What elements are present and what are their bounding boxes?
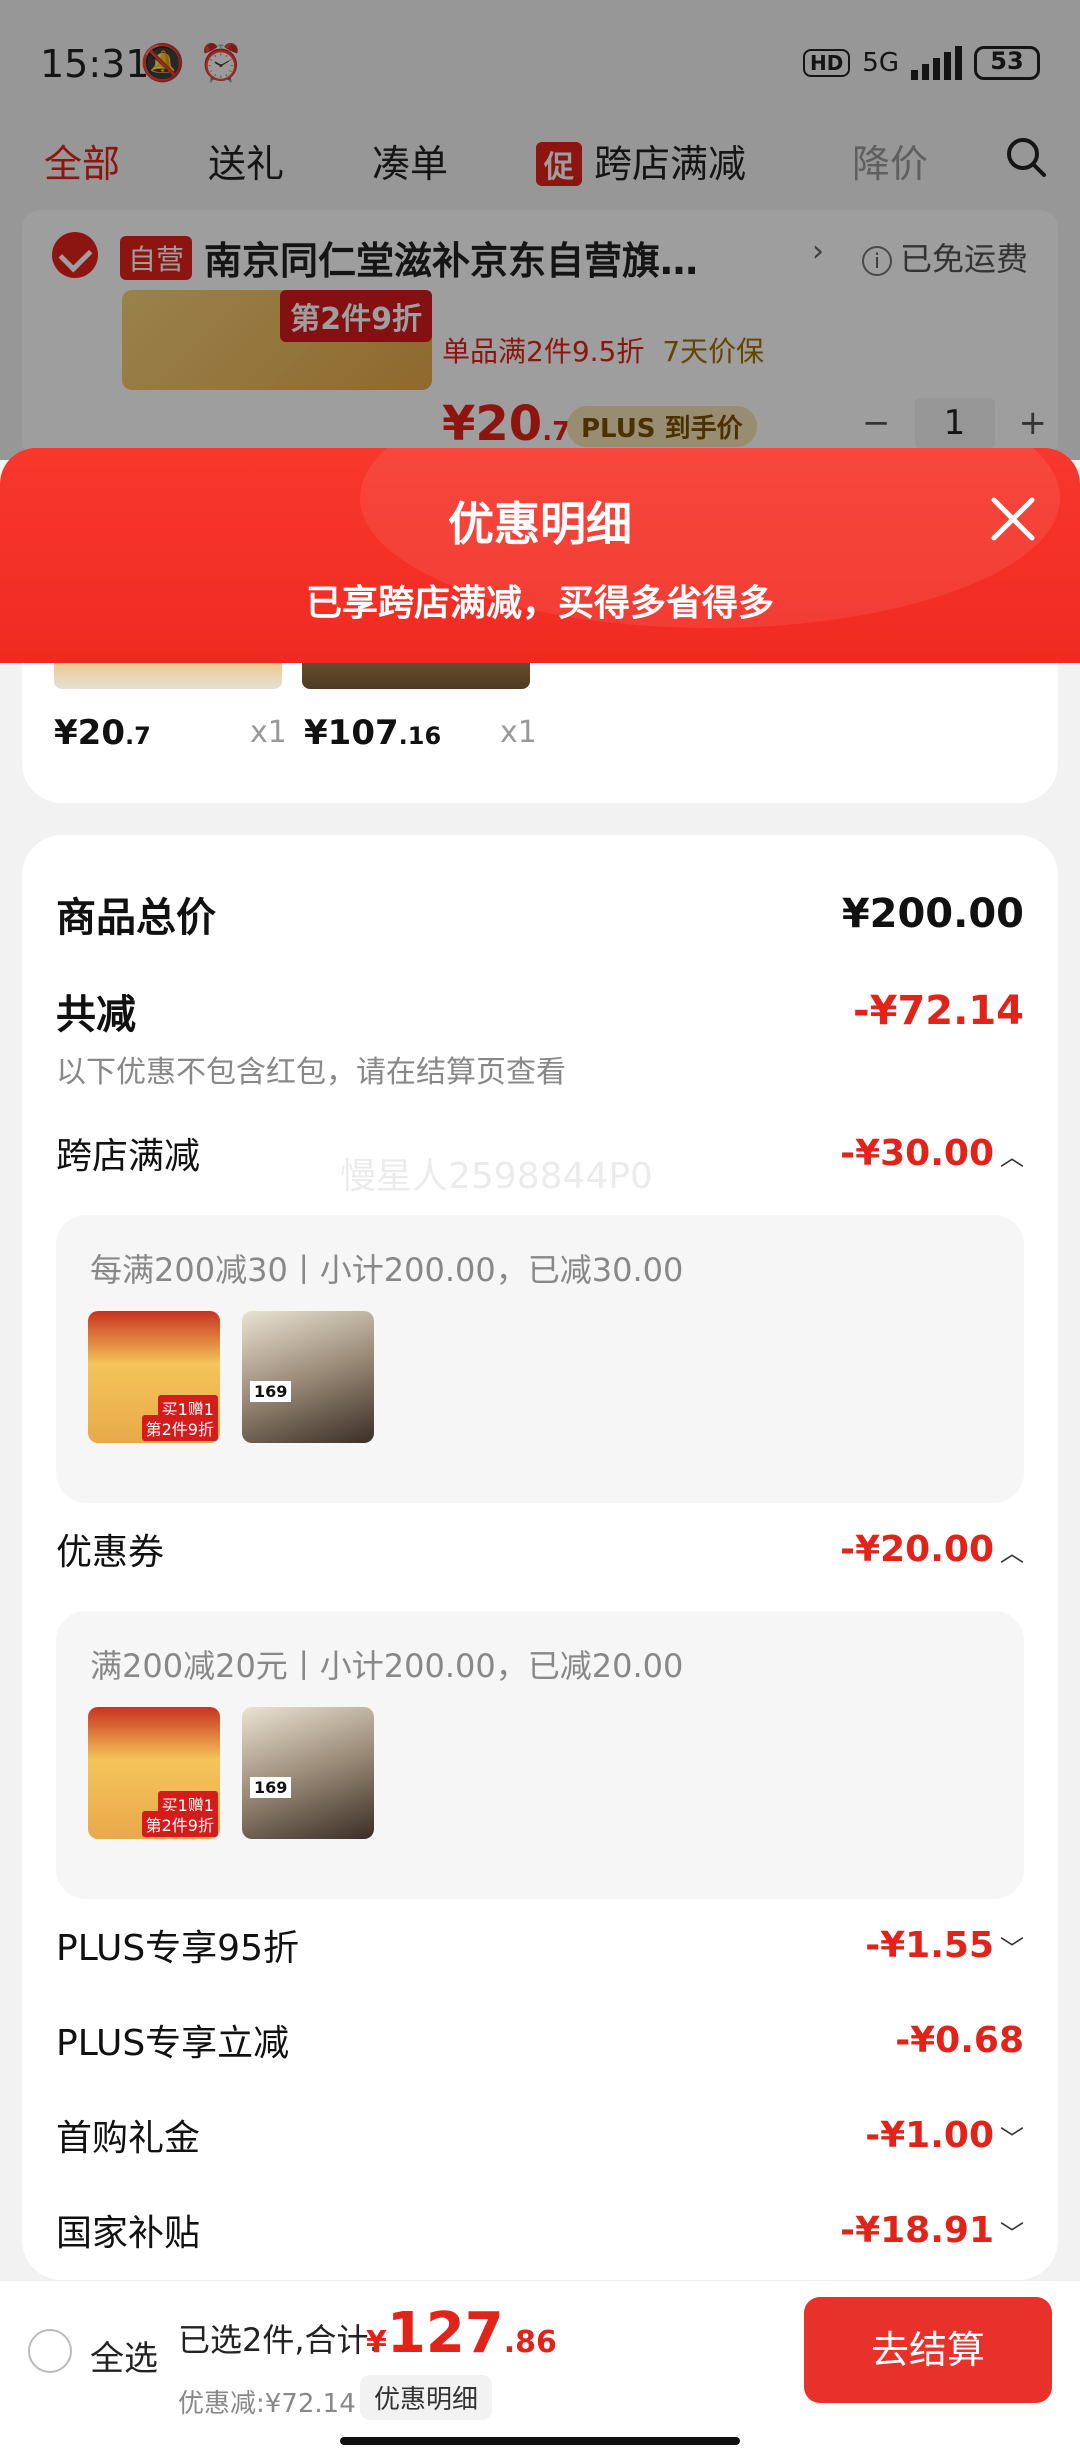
discount-detail-card: 商品总价 ¥200.00 共减 -¥72.14 以下优惠不包含红包，请在结算页查… [22,835,1058,2280]
total-price-label: 商品总价 [56,895,216,941]
select-all-radio[interactable] [28,2329,72,2373]
cross-store-detail-text: 每满200减30丨小计200.00，已减30.00 [90,1251,684,1289]
checkout-button[interactable]: 去结算 [804,2297,1052,2403]
modal-overlay[interactable] [0,0,1080,460]
item-price: ¥20.7 [54,713,151,753]
product-thumbnail: 买1赠1 第2件9折 [88,1707,220,1839]
chevron-down-icon: ﹀ [1000,2220,1024,2248]
chevron-down-icon: ﹀ [1000,1935,1024,1963]
total-reduce-row: 共减 -¥72.14 [56,982,1024,1040]
coupon-value: -¥20.00 ︿ [840,1528,1024,1570]
chevron-up-icon: ︿ [1000,1143,1024,1171]
national-subsidy-label: 国家补贴 [56,2213,201,2254]
product-thumbnail: 买1赠1 第2件9折 [88,1311,220,1443]
checkout-bar: 全选 已选2件,合计: ¥127.86 优惠减:¥72.14 优惠明细 去结算 [0,2280,1080,2460]
national-subsidy-row[interactable]: 国家补贴 -¥18.91 ﹀ [56,2204,1024,2256]
item-price: ¥107.16 [304,713,442,753]
total-amount: ¥127.86 [366,2301,557,2366]
coupon-label: 优惠券 [56,1532,165,1573]
national-subsidy-value: -¥18.91 ﹀ [840,2209,1024,2251]
plus-instant-label: PLUS专享立减 [56,2023,290,2064]
total-reduce-label: 共减 [56,992,136,1038]
plus-95-row[interactable]: PLUS专享95折 -¥1.55 ﹀ [56,1919,1024,1971]
coupon-detail-text: 满200减20元丨小计200.00，已减20.00 [90,1647,684,1685]
coupon-row[interactable]: 优惠券 -¥20.00 ︿ [56,1523,1024,1575]
chevron-up-icon: ︿ [1000,1539,1024,1567]
plus-instant-value: -¥0.68 [895,2019,1024,2061]
coupon-detail: 满200减20元丨小计200.00，已减20.00 买1赠1 第2件9折 169 [56,1611,1024,1899]
discount-note: 以下优惠不包含红包，请在结算页查看 [56,1055,566,1090]
cross-store-detail: 每满200减30丨小计200.00，已减30.00 买1赠1 第2件9折 169 [56,1215,1024,1503]
discount-detail-button[interactable]: 优惠明细 [360,2375,493,2420]
plus-95-value: -¥1.55 ﹀ [865,1924,1024,1966]
item-qty: x1 [500,715,537,750]
discount-summary: 优惠减:¥72.14 [178,2389,356,2419]
chevron-down-icon: ﹀ [1000,2125,1024,2153]
total-price-value: ¥200.00 [841,891,1024,937]
discount-sheet-body: ¥20.7 x1 ¥107.16 x1 商品总价 ¥200.00 共减 -¥72… [0,663,1080,2280]
items-card: ¥20.7 x1 ¥107.16 x1 [22,663,1058,803]
plus-95-label: PLUS专享95折 [56,1928,299,1969]
plus-instant-row: PLUS专享立减 -¥0.68 [56,2014,1024,2066]
watermark: 慢星人2598844P0 [340,1156,653,1197]
cross-store-label: 跨店满减 [56,1136,201,1177]
total-reduce-value: -¥72.14 [853,988,1024,1034]
item-thumbnail [54,663,282,689]
first-purchase-value: -¥1.00 ﹀ [865,2114,1024,2156]
home-indicator[interactable] [340,2437,740,2445]
close-icon[interactable] [986,492,1040,546]
item-qty: x1 [250,715,287,750]
sheet-title: 优惠明细 [448,497,632,551]
cross-store-value: -¥30.00 ︿ [840,1132,1024,1174]
select-all-label[interactable]: 全选 [90,2331,158,2380]
first-purchase-label: 首购礼金 [56,2118,201,2159]
product-thumbnail: 169 [242,1311,374,1443]
first-purchase-row[interactable]: 首购礼金 -¥1.00 ﹀ [56,2109,1024,2161]
total-price-row: 商品总价 ¥200.00 [56,885,1024,943]
discount-sheet-header: 优惠明细 已享跨店满减，买得多省得多 [0,448,1080,663]
selected-summary: 已选2件,合计: [178,2321,380,2359]
item-thumbnail [302,663,530,689]
product-thumbnail: 169 [242,1707,374,1839]
sheet-subtitle: 已享跨店满减，买得多省得多 [305,583,774,624]
